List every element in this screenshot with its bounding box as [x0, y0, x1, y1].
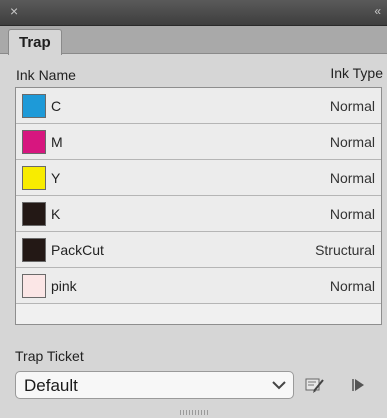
ink-list[interactable]: C Normal M Normal Y Normal K Normal Pack… — [15, 87, 382, 325]
ink-swatch — [22, 94, 46, 118]
ink-name: M — [51, 134, 63, 150]
ink-row[interactable]: PackCut Structural — [16, 232, 381, 268]
trap-panel: × « Trap Ink Name Ink Type C Normal M No… — [0, 0, 387, 418]
ink-swatch — [22, 130, 46, 154]
column-header-ink-name: Ink Name — [16, 67, 76, 83]
close-icon[interactable]: × — [10, 2, 18, 20]
resize-grip[interactable] — [180, 410, 212, 416]
tab-bar: Trap — [0, 26, 387, 55]
ink-type: Normal — [329, 98, 375, 114]
ink-swatch — [22, 274, 46, 298]
ink-type: Structural — [315, 242, 375, 258]
chevron-down-icon[interactable] — [269, 376, 289, 394]
ink-name: PackCut — [51, 242, 104, 258]
ink-type: Normal — [329, 134, 375, 150]
panel-title-bar[interactable]: × « — [0, 0, 387, 26]
ink-row[interactable]: K Normal — [16, 196, 381, 232]
ink-row[interactable]: Y Normal — [16, 160, 381, 196]
edit-ticket-icon[interactable] — [304, 374, 326, 396]
play-icon[interactable] — [348, 375, 368, 395]
collapse-panel-icon[interactable]: « — [374, 2, 381, 20]
ink-swatch — [22, 238, 46, 262]
ink-type: Normal — [329, 278, 375, 294]
ink-type: Normal — [329, 206, 375, 222]
ink-name: C — [51, 98, 62, 114]
trap-ticket-value: Default — [24, 376, 78, 395]
ink-name: Y — [51, 170, 61, 186]
ink-type: Normal — [329, 170, 375, 186]
ink-row[interactable]: M Normal — [16, 124, 381, 160]
ink-name: K — [51, 206, 61, 222]
ink-swatch — [22, 202, 46, 226]
ink-row[interactable]: C Normal — [16, 88, 381, 124]
ink-swatch — [22, 166, 46, 190]
ink-row[interactable]: pink Normal — [16, 268, 381, 304]
column-header-ink-type: Ink Type — [330, 65, 383, 81]
trap-ticket-label: Trap Ticket — [15, 348, 84, 364]
tab-trap[interactable]: Trap — [8, 29, 62, 55]
ink-name: pink — [51, 278, 77, 294]
trap-ticket-select[interactable]: Default — [15, 371, 294, 399]
